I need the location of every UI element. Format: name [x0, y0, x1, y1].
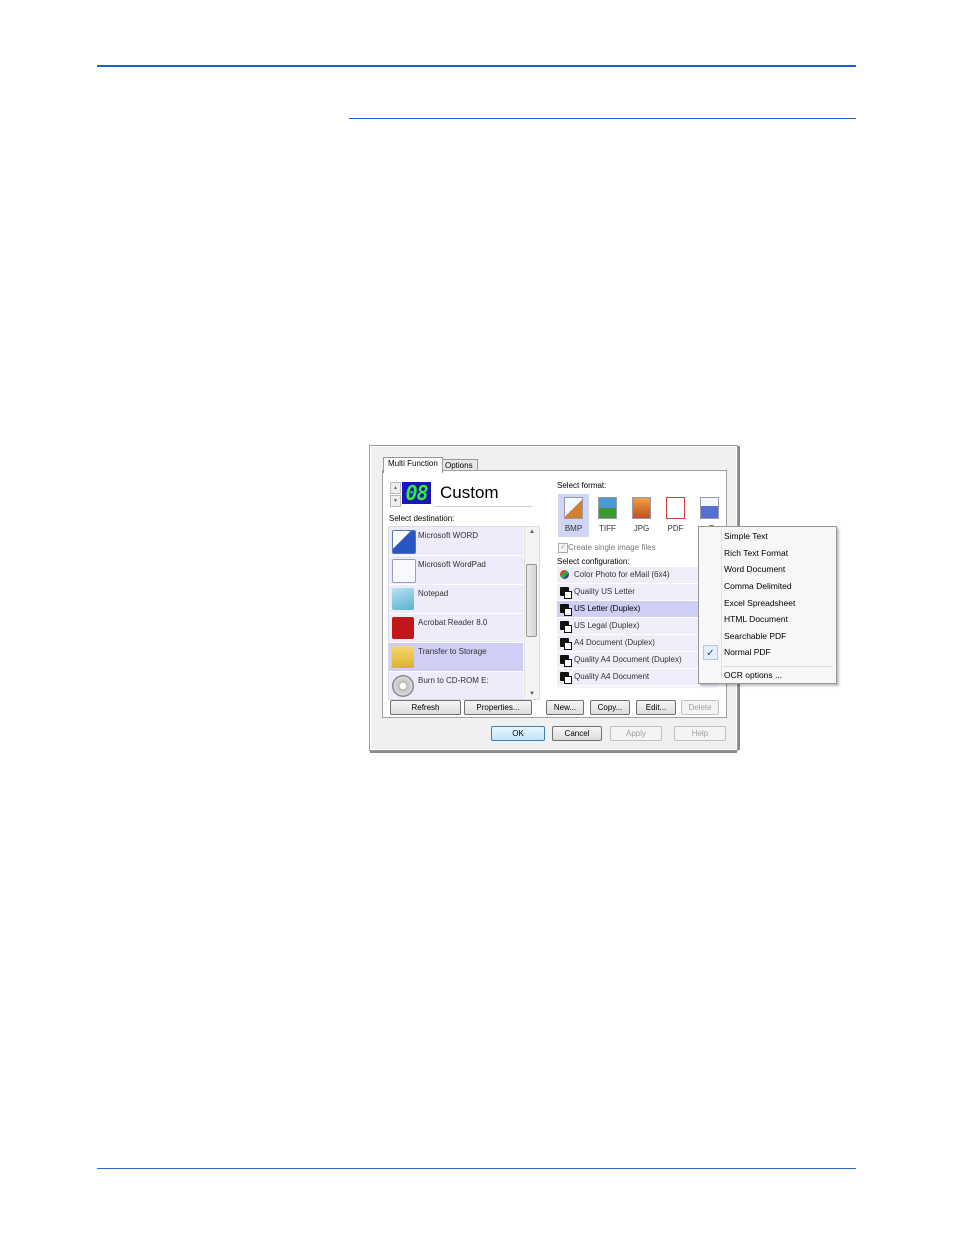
select-destination-label: Select destination:	[389, 514, 455, 523]
configuration-item[interactable]: Quality US Letter	[557, 584, 711, 601]
destination-label: Transfer to Storage	[418, 647, 487, 656]
destination-label: Notepad	[418, 589, 449, 598]
color-config-icon	[560, 570, 569, 579]
destination-item-burn-cd[interactable]: Burn to CD-ROM E:	[389, 672, 523, 699]
scroll-up-icon[interactable]: ▲	[525, 529, 539, 535]
new-button[interactable]: New...	[546, 700, 584, 715]
folder-icon	[392, 646, 414, 668]
jpg-icon	[632, 497, 651, 519]
destination-item-wordpad[interactable]: Microsoft WordPad	[389, 556, 523, 585]
configuration-label: US Letter (Duplex)	[574, 604, 641, 613]
menu-item-simple-text[interactable]: Simple Text	[724, 531, 768, 541]
destination-item-notepad[interactable]: Notepad	[389, 585, 523, 614]
properties-button[interactable]: Properties...	[464, 700, 532, 715]
configuration-label: Quality A4 Document	[574, 672, 650, 681]
configuration-label: US Legal (Duplex)	[574, 621, 640, 630]
destination-item-word[interactable]: Microsoft WORD	[389, 527, 523, 556]
menu-gutter	[721, 529, 722, 681]
menu-item-searchable-pdf[interactable]: Searchable PDF	[724, 631, 786, 641]
configuration-label: Color Photo for eMail (6x4)	[574, 570, 670, 579]
profile-name: Custom	[440, 483, 499, 502]
menu-item-ocr-options[interactable]: OCR options ...	[724, 670, 782, 680]
menu-item-rich-text-format[interactable]: Rich Text Format	[724, 548, 788, 558]
tab-multi-function[interactable]: Multi Function	[383, 457, 443, 473]
refresh-button[interactable]: Refresh	[390, 700, 461, 715]
destination-label: Burn to CD-ROM E:	[418, 676, 489, 685]
scan-settings-dialog: Multi Function Options ▲ ▼ 08 Custom Sel…	[369, 445, 740, 753]
notepad-icon	[392, 588, 414, 610]
bw-config-icon	[560, 638, 572, 650]
menu-item-word-document[interactable]: Word Document	[724, 564, 785, 574]
configuration-item[interactable]: US Legal (Duplex)	[557, 618, 711, 635]
scrollbar-thumb[interactable]	[526, 564, 537, 637]
create-single-image-files-label: Create single image files	[568, 543, 656, 552]
header-rule	[97, 65, 856, 67]
menu-item-comma-delimited[interactable]: Comma Delimited	[724, 581, 792, 591]
spin-up-button[interactable]: ▲	[390, 482, 401, 494]
tab-panel: ▲ ▼ 08 Custom Select destination: Micros…	[382, 470, 727, 718]
format-tiff[interactable]: TIFF	[592, 494, 623, 537]
configuration-list: Color Photo for eMail (6x4) Quality US L…	[557, 567, 717, 688]
menu-item-html-document[interactable]: HTML Document	[724, 614, 788, 624]
format-pdf[interactable]: PDF	[660, 494, 691, 537]
bw-config-icon	[560, 621, 572, 633]
bw-config-icon	[560, 587, 572, 599]
format-label: BMP	[564, 524, 583, 533]
configuration-item[interactable]: Quality A4 Document	[557, 669, 711, 686]
destination-item-acrobat[interactable]: Acrobat Reader 8.0	[389, 614, 523, 643]
spin-down-button[interactable]: ▼	[390, 495, 401, 507]
footer-rule	[97, 1168, 856, 1169]
select-configuration-label: Select configuration:	[557, 557, 630, 566]
format-label: PDF	[667, 524, 684, 533]
profile-underline	[435, 506, 532, 507]
bw-config-icon	[560, 672, 572, 684]
section-rule	[349, 118, 856, 119]
configuration-label: Quality US Letter	[574, 587, 635, 596]
wordpad-icon	[392, 559, 416, 583]
bw-config-icon	[560, 604, 572, 616]
ok-button[interactable]: OK	[491, 726, 545, 741]
destination-item-transfer-to-storage[interactable]: Transfer to Storage	[389, 643, 523, 672]
tiff-icon	[598, 497, 617, 519]
help-button[interactable]: Help	[674, 726, 726, 741]
acrobat-icon	[392, 617, 414, 639]
format-bmp[interactable]: BMP	[558, 494, 589, 537]
destination-label: Acrobat Reader 8.0	[418, 618, 488, 627]
menu-item-normal-pdf[interactable]: Normal PDF	[724, 647, 771, 657]
profile-spinner: ▲ ▼	[390, 482, 401, 507]
edit-button[interactable]: Edit...	[636, 700, 676, 715]
word-icon	[392, 530, 416, 554]
apply-button[interactable]: Apply	[610, 726, 662, 741]
ocr-format-context-menu: Simple Text Rich Text Format Word Docume…	[698, 526, 837, 684]
create-single-image-files-checkbox[interactable]: ✓	[558, 543, 568, 553]
configuration-item[interactable]: Color Photo for eMail (6x4)	[557, 567, 711, 584]
format-jpg[interactable]: JPG	[626, 494, 657, 537]
bw-config-icon	[560, 655, 572, 667]
dialog-shadow-bottom	[370, 751, 737, 753]
delete-button[interactable]: Delete	[681, 700, 719, 715]
scroll-down-icon[interactable]: ▼	[525, 691, 539, 697]
npdf-icon	[700, 497, 719, 519]
destination-label: Microsoft WORD	[418, 531, 478, 540]
checkmark-icon: ✓	[703, 645, 718, 660]
configuration-label: A4 Document (Duplex)	[574, 638, 655, 647]
destination-label: Microsoft WordPad	[418, 560, 486, 569]
profile-number-display: 08	[402, 482, 431, 504]
bmp-icon	[564, 497, 583, 519]
menu-item-excel-spreadsheet[interactable]: Excel Spreadsheet	[724, 598, 795, 608]
configuration-item[interactable]: A4 Document (Duplex)	[557, 635, 711, 652]
cancel-button[interactable]: Cancel	[552, 726, 602, 741]
configuration-item-selected[interactable]: US Letter (Duplex)	[557, 601, 711, 618]
destination-list: Microsoft WORD Microsoft WordPad Notepad…	[388, 526, 540, 700]
select-format-label: Select format:	[557, 481, 607, 490]
configuration-item[interactable]: Quality A4 Document (Duplex)	[557, 652, 711, 669]
destination-scrollbar[interactable]: ▲ ▼	[524, 527, 539, 699]
configuration-label: Quality A4 Document (Duplex)	[574, 655, 682, 664]
format-label: TIFF	[599, 524, 616, 533]
cd-icon	[392, 675, 414, 697]
copy-button[interactable]: Copy...	[590, 700, 630, 715]
menu-separator	[723, 666, 833, 667]
format-label: JPG	[633, 524, 650, 533]
pdf-icon	[666, 497, 685, 519]
